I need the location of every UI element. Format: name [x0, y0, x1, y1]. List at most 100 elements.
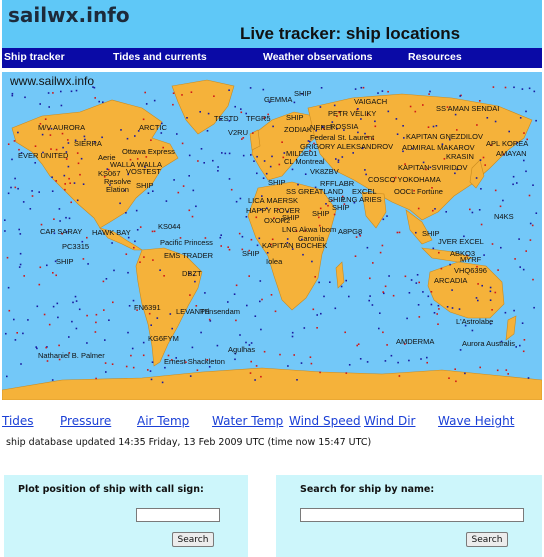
ship-dot[interactable]	[303, 327, 306, 329]
ship-dot[interactable]	[428, 93, 430, 95]
ship-label[interactable]: SHIP	[294, 90, 312, 98]
ship-dot[interactable]	[136, 229, 139, 231]
ship-dot[interactable]	[379, 251, 382, 254]
ship-dot[interactable]	[208, 318, 211, 321]
ship-dot[interactable]	[255, 365, 258, 367]
ship-label[interactable]: ARCADIA	[434, 277, 467, 285]
ship-dot[interactable]	[502, 199, 504, 202]
ship-dot[interactable]	[163, 275, 165, 277]
ship-label[interactable]: TFGR5	[246, 115, 271, 123]
ship-dot[interactable]	[304, 173, 307, 175]
ship-dot[interactable]	[169, 313, 172, 315]
ship-dot[interactable]	[75, 300, 78, 302]
ship-dot[interactable]	[64, 183, 66, 185]
ship-dot[interactable]	[234, 105, 236, 108]
ship-dot[interactable]	[101, 136, 103, 139]
ship-dot[interactable]	[256, 244, 259, 247]
ship-dot[interactable]	[454, 368, 456, 370]
ship-dot[interactable]	[360, 118, 362, 120]
ship-dot[interactable]	[235, 200, 238, 203]
site-logo[interactable]: sailwx.info	[8, 3, 130, 27]
ship-dot[interactable]	[293, 354, 295, 356]
ship-dot[interactable]	[422, 291, 424, 293]
nav-tides-currents[interactable]: Tides and currents	[113, 51, 207, 63]
ship-label[interactable]: FN6391	[134, 304, 161, 312]
ship-label[interactable]: KAPITAN SVIRIDOV	[398, 164, 467, 172]
ship-label[interactable]: SHIP	[332, 204, 350, 212]
ship-dot[interactable]	[388, 275, 390, 277]
ship-dot[interactable]	[323, 295, 325, 298]
ship-dot[interactable]	[374, 125, 377, 128]
ship-dot[interactable]	[40, 223, 43, 226]
ship-dot[interactable]	[7, 286, 10, 289]
ship-dot[interactable]	[149, 370, 152, 372]
ship-dot[interactable]	[249, 87, 252, 89]
ship-dot[interactable]	[27, 319, 29, 321]
ship-dot[interactable]	[369, 295, 371, 297]
ship-dot[interactable]	[148, 312, 151, 315]
ship-dot[interactable]	[483, 254, 485, 256]
ship-label[interactable]: SHIP	[242, 250, 260, 258]
ship-label[interactable]: COSCO YOKOHAMA	[368, 176, 441, 184]
ship-label[interactable]: SHIP	[312, 210, 330, 218]
ship-dot[interactable]	[200, 148, 203, 150]
ship-dot[interactable]	[150, 139, 152, 141]
ship-dot[interactable]	[368, 299, 370, 302]
ship-dot[interactable]	[281, 141, 283, 143]
ship-dot[interactable]	[426, 356, 428, 359]
ship-dot[interactable]	[279, 353, 281, 356]
ship-dot[interactable]	[522, 268, 525, 271]
ship-dot[interactable]	[132, 299, 135, 302]
ship-dot[interactable]	[105, 371, 107, 373]
ship-dot[interactable]	[316, 327, 318, 329]
ship-dot[interactable]	[366, 246, 369, 249]
ship-dot[interactable]	[150, 378, 153, 381]
ship-dot[interactable]	[362, 86, 365, 89]
ship-dot[interactable]	[437, 304, 440, 307]
ship-dot[interactable]	[499, 205, 502, 208]
ship-dot[interactable]	[233, 293, 236, 295]
ship-label[interactable]: PC3315	[62, 243, 89, 251]
ship-dot[interactable]	[500, 246, 502, 249]
ship-dot[interactable]	[64, 188, 66, 191]
ship-label[interactable]: MYRF	[460, 256, 481, 264]
ship-dot[interactable]	[68, 217, 71, 220]
ship-dot[interactable]	[23, 275, 25, 277]
ship-dot[interactable]	[429, 90, 431, 93]
ship-dot[interactable]	[41, 133, 44, 136]
ship-dot[interactable]	[382, 218, 385, 221]
ship-dot[interactable]	[518, 238, 520, 240]
ship-dot[interactable]	[521, 322, 524, 324]
ship-dot[interactable]	[142, 118, 145, 121]
ship-dot[interactable]	[61, 132, 64, 135]
ship-dot[interactable]	[51, 190, 54, 192]
ship-dot[interactable]	[448, 377, 450, 379]
ship-dot[interactable]	[241, 235, 244, 238]
ship-dot[interactable]	[459, 349, 462, 351]
ship-dot[interactable]	[327, 204, 329, 207]
ship-label[interactable]: SIERRA	[74, 140, 102, 148]
ship-dot[interactable]	[200, 331, 202, 334]
ship-dot[interactable]	[20, 363, 22, 365]
ship-label[interactable]: HAWK BAY	[92, 229, 131, 237]
ship-dot[interactable]	[68, 336, 70, 338]
ship-dot[interactable]	[95, 321, 97, 324]
ship-dot[interactable]	[59, 220, 61, 222]
ship-label[interactable]: ADMIRAL MAKAROV	[402, 144, 475, 152]
ship-dot[interactable]	[523, 132, 525, 134]
ship-dot[interactable]	[408, 292, 411, 294]
ship-dot[interactable]	[529, 222, 532, 225]
ship-dot[interactable]	[227, 301, 229, 303]
ship-dot[interactable]	[87, 263, 89, 265]
ship-dot[interactable]	[325, 203, 327, 205]
ship-dot[interactable]	[227, 246, 229, 248]
ship-dot[interactable]	[103, 309, 105, 311]
ship-dot[interactable]	[494, 189, 497, 192]
ship-dot[interactable]	[186, 117, 188, 119]
ship-dot[interactable]	[263, 350, 266, 353]
ship-dot[interactable]	[160, 132, 163, 134]
ship-dot[interactable]	[11, 158, 13, 161]
ship-label[interactable]: A8PG8	[338, 228, 362, 236]
ship-dot[interactable]	[242, 137, 245, 139]
ship-dot[interactable]	[360, 86, 363, 89]
